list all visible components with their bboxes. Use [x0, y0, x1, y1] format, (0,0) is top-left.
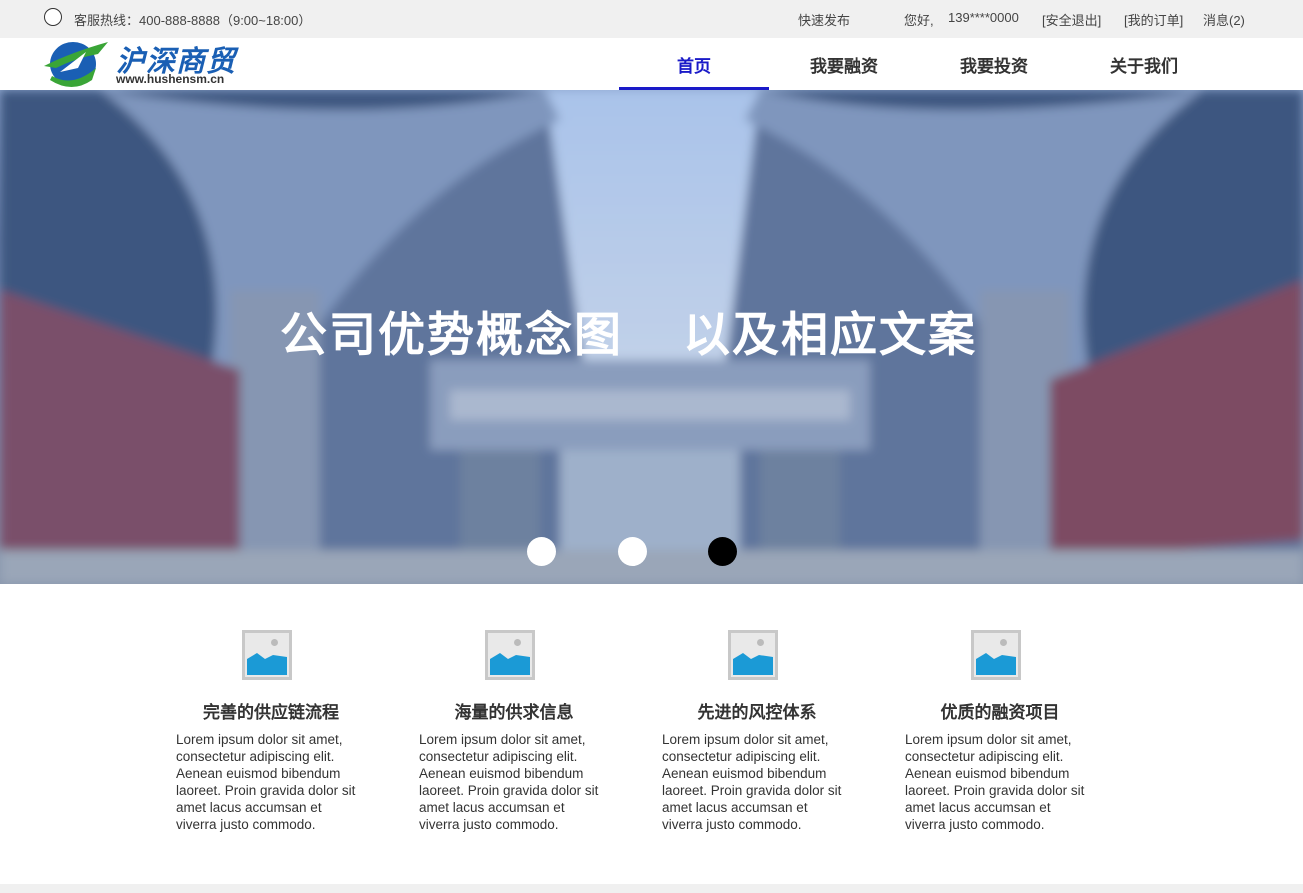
feature-title: 海量的供求信息 [454, 703, 574, 722]
footer-strip [0, 884, 1303, 893]
image-placeholder-icon [971, 630, 1021, 680]
logo-url: www.hushensm.cn [116, 72, 225, 86]
nav-about-us[interactable]: 关于我们 [1069, 38, 1219, 90]
nav-investing[interactable]: 我要投资 [919, 38, 1069, 90]
banner-title-part2: 以及相应文案 [683, 308, 977, 361]
image-placeholder-icon [242, 630, 292, 680]
feature-text: Lorem ipsum dolor sit amet, consectetur … [176, 732, 356, 832]
hero-banner: 公司优势概念图 以及相应文案 [0, 90, 1303, 584]
feature-title: 优质的融资项目 [940, 703, 1060, 722]
carousel-dot-1[interactable] [527, 537, 556, 566]
carousel-dot-2[interactable] [618, 537, 647, 566]
nav-financing[interactable]: 我要融资 [769, 38, 919, 90]
feature-text: Lorem ipsum dolor sit amet, consectetur … [662, 732, 842, 832]
logout-link[interactable]: [安全退出] [1042, 10, 1101, 29]
greeting-text: 您好, [904, 13, 934, 28]
my-orders-link[interactable]: [我的订单] [1124, 10, 1183, 29]
carousel-dot-3[interactable] [708, 537, 737, 566]
feature-title: 先进的风控体系 [697, 703, 817, 722]
logo-globe-icon [44, 42, 108, 87]
nav-home[interactable]: 首页 [619, 38, 769, 90]
logo[interactable]: 沪深商贸 www.hushensm.cn [42, 38, 252, 90]
quick-publish-link[interactable]: 快速发布 [798, 10, 850, 29]
feature-text: Lorem ipsum dolor sit amet, consectetur … [905, 732, 1085, 832]
hotline-text: 客服热线：400-888-8888（9:00~18:00） [74, 13, 312, 28]
banner-title-part1: 公司优势概念图 [280, 308, 623, 361]
phone-icon [44, 8, 62, 26]
top-bar: 客服热线：400-888-8888（9:00~18:00） 快速发布 您好, 1… [0, 0, 1303, 38]
feature-title: 完善的供应链流程 [203, 703, 339, 722]
banner-title: 公司优势概念图 以及相应文案 [280, 296, 1037, 365]
messages-link[interactable]: 消息(2) [1203, 10, 1245, 29]
header: 沪深商贸 www.hushensm.cn 首页 我要融资 我要投资 关于我们 [0, 38, 1303, 90]
image-placeholder-icon [485, 630, 535, 680]
user-phone: 139****0000 [948, 10, 1019, 25]
feature-text: Lorem ipsum dolor sit amet, consectetur … [419, 732, 599, 832]
image-placeholder-icon [728, 630, 778, 680]
